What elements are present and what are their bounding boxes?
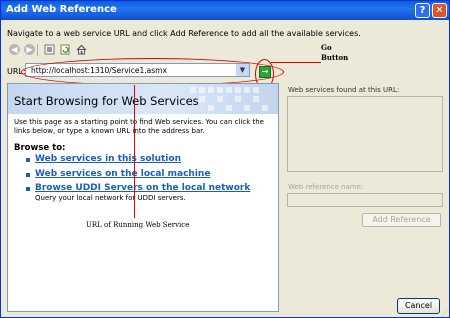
bullet-icon: [26, 173, 30, 177]
add-web-reference-dialog: Add Web Reference ? ✕ Navigate to a web …: [0, 0, 450, 318]
url-annotation-leader: [134, 85, 135, 218]
go-annotation-leader: [271, 62, 321, 63]
resize-grip-icon[interactable]: ⋰: [441, 309, 448, 317]
web-reference-name-label: Web reference name:: [288, 183, 364, 191]
url-annotation: URL of Running Web Service: [86, 221, 190, 229]
found-services-label: Web services found at this URL:: [288, 86, 400, 94]
dialog-title: Add Web Reference: [6, 4, 117, 15]
link-solution-services[interactable]: Web services in this solution: [35, 154, 181, 164]
toolbar-separator: [37, 44, 38, 56]
cancel-button[interactable]: Cancel: [397, 298, 440, 314]
link-browse-uddi[interactable]: Browse UDDI Servers on the local network: [35, 183, 250, 193]
stop-icon[interactable]: [44, 44, 55, 55]
browser-heading: Start Browsing for Web Services: [14, 94, 199, 108]
found-services-list[interactable]: [287, 96, 443, 172]
banner-decoration-icon: [190, 87, 268, 111]
browser-banner: Start Browsing for Web Services: [8, 84, 278, 114]
home-icon[interactable]: [76, 44, 87, 55]
browse-to-label: Browse to:: [14, 143, 66, 153]
go-annotation-line-2: Button: [321, 53, 349, 62]
go-button-annotation: Go Button: [321, 43, 348, 63]
uddi-description: Query your local network for UDDI server…: [35, 194, 186, 202]
close-button[interactable]: ✕: [432, 3, 447, 18]
browser-pane: Start Browsing for Web Services Use this…: [7, 83, 279, 312]
instructions-text: Navigate to a web service URL and click …: [7, 29, 361, 38]
browser-intro: Use this page as a starting point to fin…: [14, 118, 264, 135]
url-highlight-ellipse: [21, 58, 284, 86]
add-reference-button[interactable]: Add Reference: [362, 213, 441, 227]
go-annotation-line-1: Go: [321, 43, 332, 52]
web-reference-name-field[interactable]: [287, 193, 443, 207]
bullet-icon: [26, 158, 30, 162]
bullet-icon: [26, 187, 30, 191]
link-local-machine-services[interactable]: Web services on the local machine: [35, 169, 210, 179]
forward-icon[interactable]: ▶: [24, 44, 35, 55]
title-bar[interactable]: Add Web Reference ? ✕: [1, 1, 449, 20]
refresh-icon[interactable]: [60, 44, 71, 55]
help-button[interactable]: ?: [415, 3, 430, 18]
back-icon[interactable]: ◀: [9, 44, 20, 55]
